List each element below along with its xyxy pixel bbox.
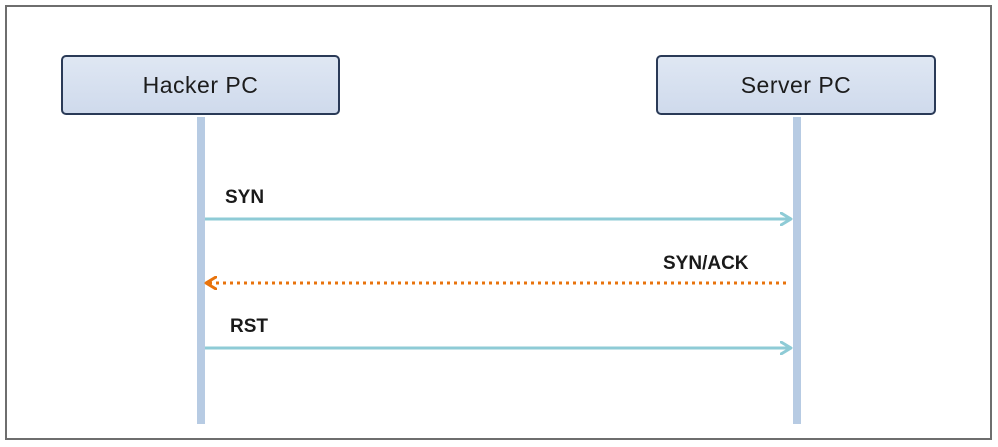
actor-server-label: Server PC (740, 71, 852, 98)
actor-server-pc: Server PC (656, 55, 936, 115)
actor-hacker-pc: Hacker PC (61, 55, 340, 115)
actor-hacker-label: Hacker PC (142, 71, 259, 98)
synack-label: SYN/ACK (663, 253, 749, 274)
rst-label: RST (230, 316, 268, 337)
syn-label: SYN (225, 187, 265, 208)
